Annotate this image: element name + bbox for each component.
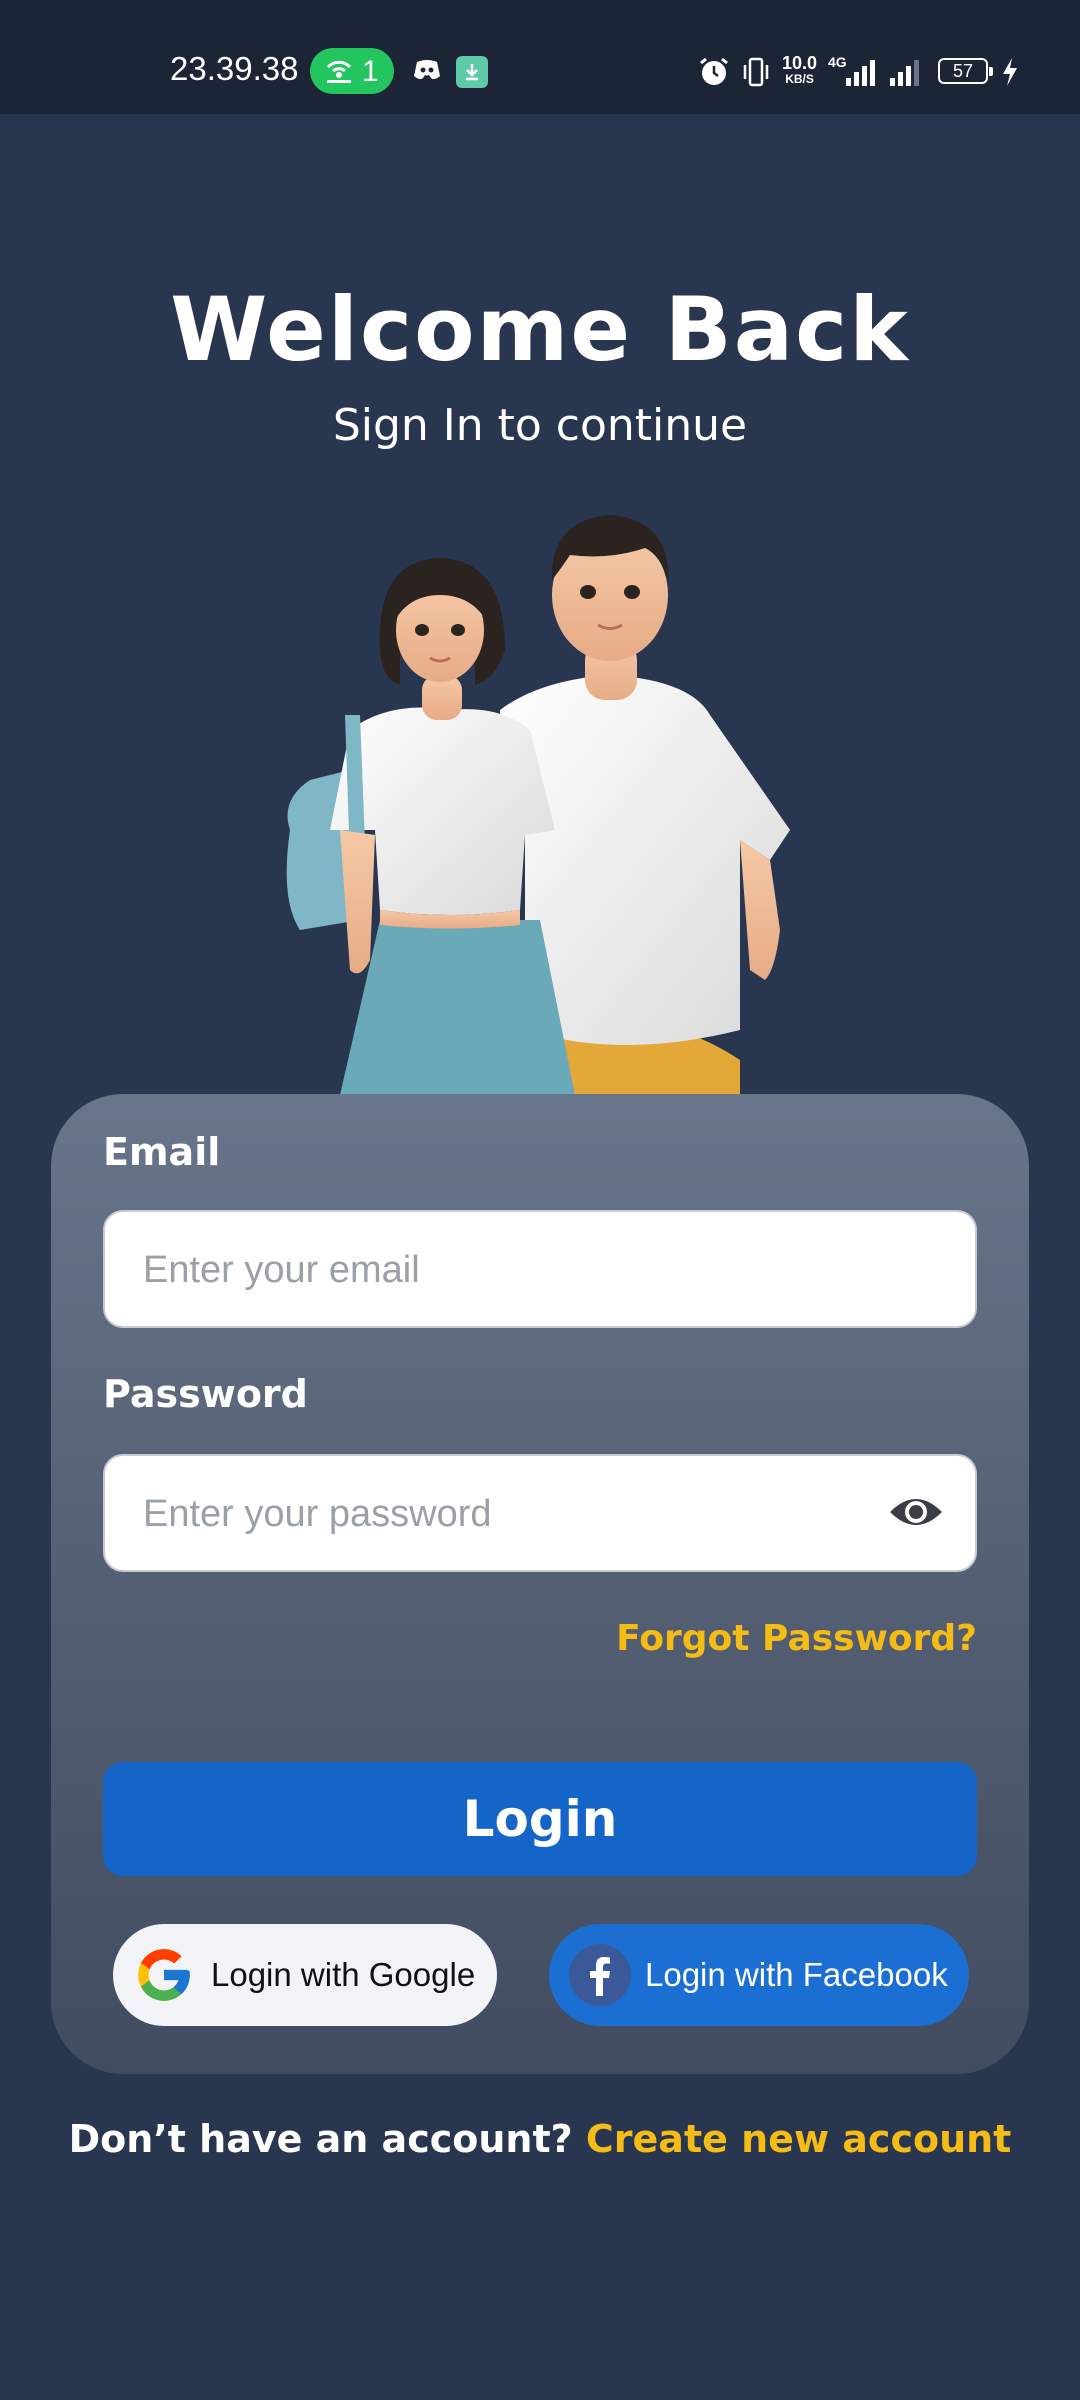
network-speed: 10.0 KB/S bbox=[782, 53, 818, 86]
facebook-login-button[interactable]: Login with Facebook bbox=[549, 1924, 969, 2026]
battery-icon: 57 bbox=[938, 58, 993, 84]
login-button[interactable]: Login bbox=[103, 1762, 977, 1876]
login-card: Email Password Forgot Password? Login Lo… bbox=[51, 1094, 1029, 2074]
charging-icon bbox=[1003, 58, 1017, 86]
hotspot-count: 1 bbox=[362, 55, 379, 88]
alarm-icon bbox=[700, 57, 728, 85]
signal-icon-2 bbox=[890, 60, 919, 86]
download-icon bbox=[456, 56, 488, 88]
page-title: Welcome Back bbox=[170, 278, 910, 381]
facebook-icon bbox=[569, 1944, 631, 2006]
couple-illustration bbox=[286, 515, 790, 1095]
email-field[interactable] bbox=[141, 1212, 905, 1328]
email-label: Email bbox=[103, 1130, 221, 1174]
google-login-button[interactable]: Login with Google bbox=[113, 1924, 497, 2026]
page-subtitle: Sign In to continue bbox=[332, 400, 748, 451]
status-time: 23.39.38 bbox=[170, 50, 299, 87]
forgot-password-link[interactable]: Forgot Password? bbox=[616, 1618, 977, 1659]
signal-icon bbox=[846, 60, 875, 86]
email-field-container bbox=[103, 1210, 977, 1328]
vibrate-icon bbox=[743, 57, 769, 87]
facebook-login-label: Login with Facebook bbox=[645, 1956, 948, 1993]
create-account-link[interactable]: Create new account bbox=[586, 2117, 1011, 2161]
password-field-container bbox=[103, 1454, 977, 1572]
google-icon bbox=[138, 1949, 190, 2001]
hotspot-icon bbox=[326, 60, 352, 83]
signup-question: Don’t have an account? bbox=[68, 2117, 573, 2161]
eye-icon[interactable] bbox=[887, 1492, 945, 1532]
hotspot-indicator: 1 bbox=[310, 48, 394, 94]
discord-icon bbox=[414, 60, 440, 80]
signup-prompt: Don’t have an account? Create new accoun… bbox=[0, 2117, 1080, 2161]
google-login-label: Login with Google bbox=[211, 1956, 476, 1993]
password-label: Password bbox=[103, 1372, 308, 1416]
status-bar: 23.39.38 1 10.0 KB/S 4G 57 bbox=[0, 0, 1080, 114]
password-field[interactable] bbox=[141, 1456, 905, 1572]
